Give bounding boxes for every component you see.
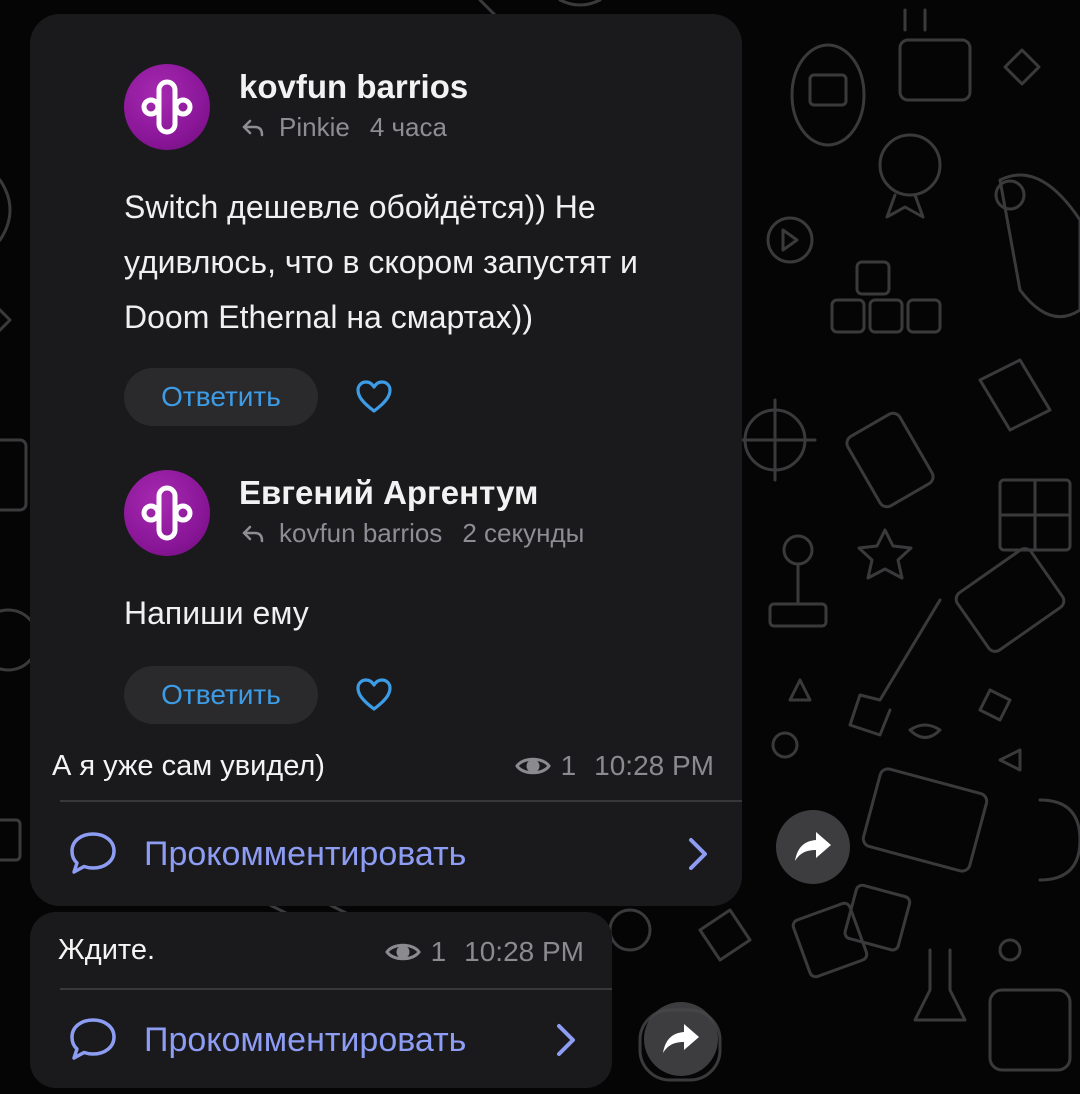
reply-button[interactable]: Ответить <box>124 666 318 724</box>
chevron-right-icon[interactable] <box>554 1022 578 1058</box>
comment-meta: Pinkie 4 часа <box>241 112 447 143</box>
comment-link[interactable]: Прокомментировать <box>68 826 728 882</box>
view-count: 1 <box>430 936 447 967</box>
view-count: 1 <box>560 750 577 781</box>
comment-meta: kovfun barrios 2 секунды <box>241 518 584 549</box>
comment-author[interactable]: Евгений Аргентум <box>239 474 538 512</box>
comment-text-line: Doom Ethernal на смартах)) <box>124 299 533 335</box>
thread-comment: kovfun barrios Pinkie 4 часа Switch деше… <box>124 64 764 426</box>
share-arrow-icon <box>795 832 831 861</box>
comment-text: Напиши ему <box>124 586 309 641</box>
chevron-right-icon[interactable] <box>686 836 710 872</box>
comment-link-label[interactable]: Прокомментировать <box>144 835 466 874</box>
comment-text-line: Напиши ему <box>124 595 309 631</box>
eye-icon <box>384 943 421 961</box>
comment-author[interactable]: kovfun barrios <box>239 68 468 106</box>
vk-avatar-icon[interactable] <box>124 470 210 556</box>
speech-bubble-icon <box>70 1018 116 1060</box>
divider <box>60 800 742 802</box>
comment-time: 4 часа <box>369 112 447 142</box>
reply-arrow-icon <box>242 525 264 542</box>
comment-link[interactable]: Прокомментировать <box>68 1012 588 1068</box>
thread-comment: Евгений Аргентум kovfun barrios 2 секунд… <box>124 470 764 724</box>
comment-time: 2 секунды <box>462 518 585 548</box>
comment-text-line: удивлюсь, что в скором запустят и <box>124 244 638 280</box>
heart-outline-icon[interactable] <box>356 678 392 712</box>
eye-icon <box>514 757 551 775</box>
comment-link-label[interactable]: Прокомментировать <box>144 1021 466 1060</box>
divider <box>60 988 612 990</box>
vk-avatar-icon[interactable] <box>124 64 210 150</box>
comment-text: Switch дешевле обойдётся)) Не удивлюсь, … <box>124 180 638 345</box>
message-bubble: kovfun barrios Pinkie 4 часа Switch деше… <box>30 14 742 906</box>
reply-button[interactable]: Ответить <box>124 368 318 426</box>
reply-arrow-icon <box>242 119 264 136</box>
comment-text-line: Switch дешевле обойдётся)) Не <box>124 189 596 225</box>
reply-to-name[interactable]: Pinkie <box>279 112 350 143</box>
message-text: Ждите. <box>58 934 156 966</box>
embedded-comment-thread: kovfun barrios Pinkie 4 часа Switch деше… <box>60 14 772 739</box>
share-button[interactable] <box>644 1002 718 1076</box>
message-bubble: Ждите. 1 10:28 PM Прокомментировать <box>30 912 612 1088</box>
heart-outline-icon[interactable] <box>356 380 392 414</box>
message-meta: 1 10:28 PM <box>514 750 714 782</box>
speech-bubble-icon <box>70 832 116 874</box>
share-arrow-icon <box>663 1024 699 1053</box>
share-button[interactable] <box>776 810 850 884</box>
message-text: А я уже сам увидел) <box>52 750 325 782</box>
reply-to-name[interactable]: kovfun barrios <box>279 518 442 549</box>
message-time: 10:28 PM <box>594 750 714 781</box>
message-meta: 1 10:28 PM <box>384 936 584 968</box>
message-time: 10:28 PM <box>464 936 584 967</box>
